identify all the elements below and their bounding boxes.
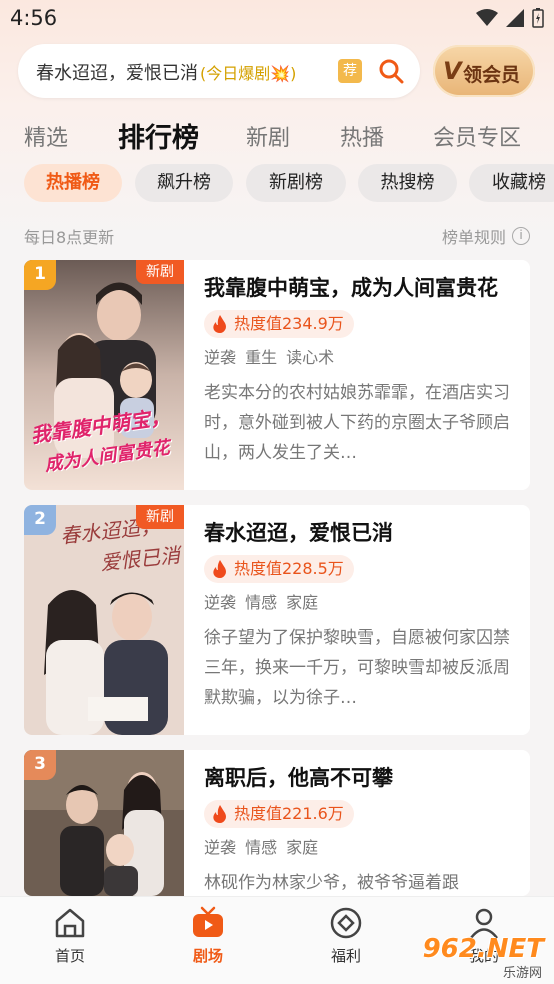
vip-button[interactable]: V 领会员 [433, 45, 535, 97]
tab-featured[interactable]: 精选 [24, 120, 68, 152]
genre-tags: 逆袭 情感 家庭 [204, 838, 319, 857]
watermark-logo: 962.NET 乐游网 [418, 934, 548, 981]
update-note: 每日8点更新 [24, 228, 115, 247]
recommend-badge: 荐 [338, 59, 362, 83]
heat-value: 热度值221.6万 [234, 804, 344, 823]
cover-image: 3 [24, 750, 184, 896]
chip-new[interactable]: 新剧榜 [246, 164, 346, 202]
vip-icon: V [443, 57, 462, 85]
new-drama-tag: 新剧 [136, 505, 184, 529]
new-drama-tag: 新剧 [136, 260, 184, 284]
genre-tags: 逆袭 情感 家庭 [204, 593, 319, 612]
flame-icon [213, 315, 226, 333]
nav-home[interactable]: 首页 [30, 905, 110, 966]
ranking-chips: 热播榜 飙升榜 新剧榜 热搜榜 收藏榜 [0, 164, 554, 204]
heat-badge: 热度值234.9万 [204, 310, 354, 338]
rules-label: 榜单规则 [441, 228, 506, 247]
rank-badge: 3 [24, 750, 56, 780]
chip-hot-search[interactable]: 热搜榜 [358, 164, 457, 202]
vip-label: 领会员 [463, 64, 521, 86]
tab-new-drama[interactable]: 新剧 [246, 120, 290, 152]
item-info: 我靠腹中萌宝，成为人间富贵花 热度值234.9万 逆袭 重生 读心术 老实本分的… [204, 260, 514, 490]
wifi-icon [476, 9, 498, 26]
status-time: 4:56 [10, 6, 58, 30]
ranking-rules-link[interactable]: 榜单规则 i [442, 224, 530, 248]
cover-image: 我靠腹中萌宝， 成为人间富贵花 1 新剧 [24, 260, 184, 490]
nav-theater[interactable]: 剧场 [168, 905, 248, 966]
watermark-text: 962.NET [422, 934, 544, 964]
chip-favorites[interactable]: 收藏榜 [469, 164, 554, 202]
heat-value: 热度值234.9万 [234, 314, 344, 333]
watermark-subtext: 乐游网 [502, 966, 542, 981]
list-item[interactable]: 春水迢迢， 爱恨已消 2 新剧 春水迢迢，爱恨已消 热度值228.5万 逆袭 情… [24, 505, 530, 735]
nav-rewards-label: 福利 [330, 947, 361, 965]
signal-icon [506, 9, 524, 27]
heat-badge: 热度值228.5万 [204, 555, 354, 583]
heat-value: 热度值228.5万 [234, 559, 344, 578]
hot-drama-label: (今日爆剧💥) [200, 64, 297, 83]
item-title[interactable]: 春水迢迢，爱恨已消 [204, 517, 393, 547]
item-title[interactable]: 我靠腹中萌宝，成为人间富贵花 [204, 272, 498, 302]
heat-badge: 热度值221.6万 [204, 800, 354, 828]
status-bar: 4:56 [0, 0, 554, 40]
info-icon: i [512, 227, 530, 245]
flame-icon [213, 805, 226, 823]
flame-icon [213, 560, 226, 578]
tab-ranking[interactable]: 排行榜 [118, 116, 199, 155]
search-query[interactable]: 春水迢迢，爱恨已消 (今日爆剧💥) [36, 59, 296, 85]
item-info: 离职后，他高不可攀 热度值221.6万 逆袭 情感 家庭 林砚作为林家少爷，被爷… [204, 750, 514, 896]
chip-rising[interactable]: 飙升榜 [135, 164, 233, 202]
nav-home-label: 首页 [54, 947, 85, 965]
list-item[interactable]: 3 离职后，他高不可攀 热度值221.6万 逆袭 情感 家庭 林砚作为林家少爷，… [24, 750, 530, 896]
search-icon[interactable] [378, 58, 404, 84]
rank-badge: 2 [24, 505, 56, 535]
item-description: 林砚作为林家少爷，被爷爷逼着跟 [204, 873, 459, 893]
genre-tags: 逆袭 重生 读心术 [204, 348, 335, 367]
nav-theater-label: 剧场 [192, 947, 223, 965]
rank-badge: 1 [24, 260, 56, 290]
battery-icon [532, 8, 544, 28]
chip-hot-play[interactable]: 热播榜 [24, 164, 122, 202]
nav-rewards[interactable]: 福利 [306, 905, 386, 966]
item-title[interactable]: 离职后，他高不可攀 [204, 762, 393, 792]
tab-member-zone[interactable]: 会员专区 [433, 120, 521, 152]
tab-hot[interactable]: 热播 [340, 120, 384, 152]
home-icon [55, 908, 85, 938]
cover-image: 春水迢迢， 爱恨已消 2 新剧 [24, 505, 184, 735]
item-info: 春水迢迢，爱恨已消 热度值228.5万 逆袭 情感 家庭 徐子望为了保护黎映雪，… [204, 505, 514, 735]
coin-icon [330, 907, 362, 939]
item-description: 徐子望为了保护黎映雪，自愿被何家囚禁三年，换来一千万，可黎映雪却被反派周默欺骗，… [204, 628, 510, 708]
tv-icon [193, 906, 223, 937]
item-description: 老实本分的农村姑娘苏霏霏，在酒店实习时，意外碰到被人下药的京圈太子爷顾启山，两人… [204, 383, 510, 463]
list-item[interactable]: 我靠腹中萌宝， 成为人间富贵花 1 新剧 我靠腹中萌宝，成为人间富贵花 热度值2… [24, 260, 530, 490]
search-bar[interactable]: 春水迢迢，爱恨已消 (今日爆剧💥) 荐 [18, 44, 420, 98]
status-icons [476, 8, 544, 28]
top-tabs: 精选 排行榜 新剧 热播 会员专区 [0, 112, 554, 160]
